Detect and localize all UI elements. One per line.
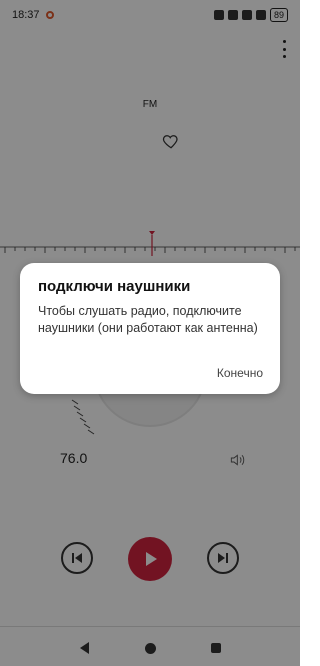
confirm-button[interactable]: Конечно (217, 366, 263, 380)
headphones-dialog: подключи наушники Чтобы слушать радио, п… (20, 263, 280, 394)
dialog-message: Чтобы слушать радио, подключите наушники… (38, 304, 258, 335)
radio-app: 18:37 89 FM 76.0 подключи наушники Чтобы… (0, 0, 300, 666)
dialog-title: подключи наушники (38, 278, 191, 295)
